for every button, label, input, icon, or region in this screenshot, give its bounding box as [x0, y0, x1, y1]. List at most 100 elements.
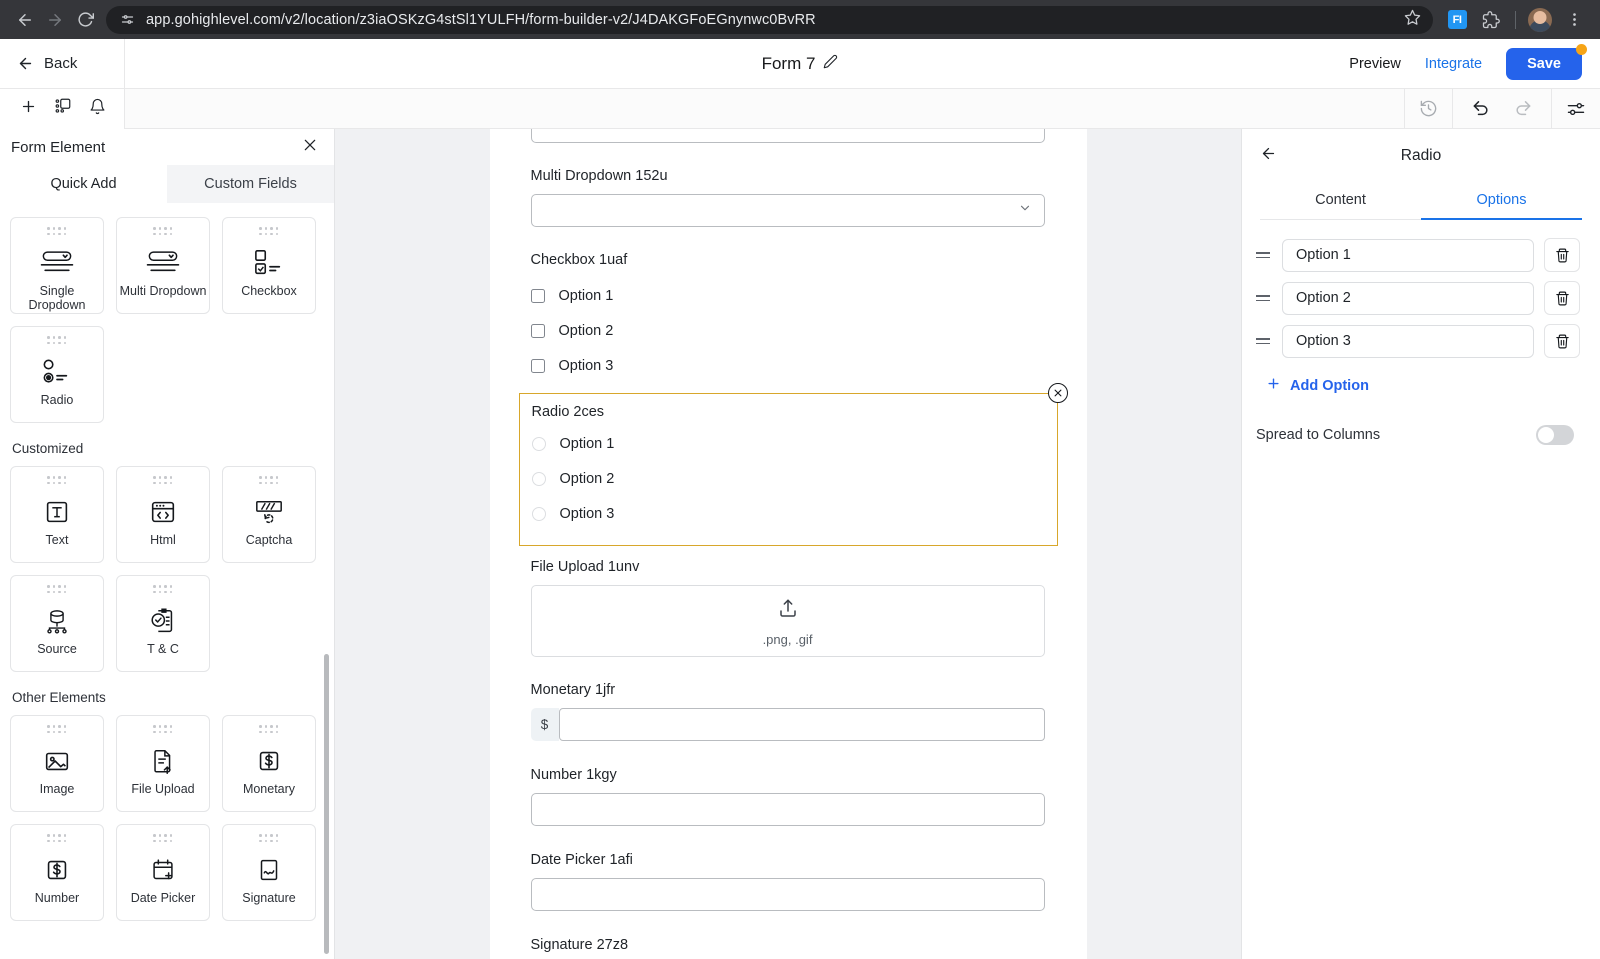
drag-handle-icon[interactable]: [1256, 251, 1272, 259]
tab-custom-fields[interactable]: Custom Fields: [167, 165, 334, 203]
save-button[interactable]: Save: [1506, 43, 1587, 80]
element-card-number[interactable]: Number: [10, 824, 104, 921]
drag-dots-icon: [153, 227, 173, 238]
date-picker-input[interactable]: [530, 878, 1045, 911]
browser-reload-icon[interactable]: [70, 5, 100, 35]
field-label: Date Picker 1afi: [530, 852, 633, 868]
delete-option-button[interactable]: [1544, 281, 1580, 315]
form-canvas[interactable]: Multi Dropdown 152u Checkbox 1uaf Option…: [335, 129, 1241, 959]
element-card-multi-dropdown[interactable]: Multi Dropdown: [116, 217, 210, 314]
multi-dropdown-input[interactable]: [530, 194, 1045, 227]
preview-button[interactable]: Preview: [1349, 56, 1401, 72]
browser-forward-icon[interactable]: [40, 5, 70, 35]
drag-dots-icon: [47, 725, 67, 736]
option-label: Option 3: [558, 357, 614, 374]
back-button[interactable]: Back: [0, 38, 125, 89]
option-editor-row: Option 1: [1256, 238, 1580, 272]
checkbox-icon[interactable]: [530, 323, 545, 338]
element-label: Radio: [40, 393, 74, 407]
element-list-scrollbar[interactable]: [324, 654, 329, 954]
element-card-file-upload[interactable]: File Upload: [116, 715, 210, 812]
drag-dots-icon: [259, 476, 279, 487]
element-card-monetary[interactable]: Monetary: [222, 715, 316, 812]
redo-icon[interactable]: [1513, 96, 1533, 121]
option-input[interactable]: Option 3: [1282, 324, 1534, 358]
extension-fi-icon[interactable]: FI: [1441, 4, 1473, 36]
checkbox-icon[interactable]: [530, 288, 545, 303]
radio-option-row[interactable]: Option 2: [531, 461, 1045, 496]
element-card-text[interactable]: Text: [10, 466, 104, 563]
drag-dots-icon: [259, 725, 279, 736]
delete-option-button[interactable]: [1544, 324, 1580, 358]
radio-option-row[interactable]: Option 3: [531, 496, 1045, 531]
delete-option-button[interactable]: [1544, 238, 1580, 272]
captcha-icon: [252, 492, 286, 532]
builder-toolbar-left: [0, 88, 125, 129]
element-group-customized: Text Html Captcha Source T & C: [10, 466, 324, 672]
radio-icon[interactable]: [531, 506, 546, 521]
field-signature: Signature 27z8: [531, 937, 1046, 953]
drag-handle-icon[interactable]: [1256, 294, 1272, 302]
option-input[interactable]: Option 2: [1282, 281, 1534, 315]
option-label: Option 3: [559, 505, 615, 522]
element-card-date-picker[interactable]: Date Picker: [116, 824, 210, 921]
add-element-icon[interactable]: [20, 98, 37, 120]
element-card-signature[interactable]: Signature: [222, 824, 316, 921]
element-card-image[interactable]: Image: [10, 715, 104, 812]
address-bar[interactable]: app.gohighlevel.com/v2/location/z3iaOSKz…: [106, 5, 1433, 34]
checkbox-option-row[interactable]: Option 3: [530, 348, 1046, 383]
builder-toolbar: [0, 88, 1600, 129]
number-input[interactable]: [530, 793, 1045, 826]
chrome-menu-icon[interactable]: [1558, 4, 1590, 36]
radio-icon[interactable]: [531, 436, 546, 451]
extensions-puzzle-icon[interactable]: [1475, 4, 1507, 36]
checkbox-option-row[interactable]: Option 2: [530, 313, 1046, 348]
edit-title-pencil-icon[interactable]: [823, 54, 838, 74]
radio-option-row[interactable]: Option 1: [531, 426, 1045, 461]
tab-quick-add[interactable]: Quick Add: [0, 165, 167, 203]
site-settings-icon[interactable]: [118, 11, 136, 29]
close-icon[interactable]: [302, 137, 318, 158]
checkbox-option-row[interactable]: Option 1: [530, 278, 1046, 313]
bookmark-star-icon[interactable]: [1394, 9, 1421, 31]
option-input[interactable]: Option 1: [1282, 238, 1534, 272]
element-label: T & C: [147, 642, 179, 656]
file-upload-dropzone[interactable]: .png, .gif: [530, 585, 1045, 657]
tab-options[interactable]: Options: [1421, 183, 1582, 220]
drag-handle-icon[interactable]: [1256, 337, 1272, 345]
undo-icon[interactable]: [1471, 96, 1491, 121]
dropdown-top-input[interactable]: [530, 129, 1045, 143]
monetary-input[interactable]: [558, 708, 1045, 741]
tab-content[interactable]: Content: [1260, 183, 1421, 220]
element-card-radio[interactable]: Radio: [10, 326, 104, 423]
layout-group-icon[interactable]: [54, 97, 72, 120]
add-option-button[interactable]: Add Option: [1266, 376, 1580, 395]
integrate-button[interactable]: Integrate: [1425, 56, 1482, 72]
profile-avatar[interactable]: [1524, 4, 1556, 36]
extension-badge-label: FI: [1447, 10, 1467, 29]
element-card-single-dropdown[interactable]: Single Dropdown: [10, 217, 104, 314]
element-card-terms[interactable]: T & C: [116, 575, 210, 672]
spread-to-columns-toggle[interactable]: [1536, 425, 1574, 445]
options-editor: Option 1 Option 2 Option 3 Add Option Sp…: [1242, 220, 1600, 445]
element-card-source[interactable]: Source: [10, 575, 104, 672]
element-label: Image: [39, 782, 75, 796]
element-label: Multi Dropdown: [119, 284, 207, 298]
radio-icon[interactable]: [531, 471, 546, 486]
element-card-captcha[interactable]: Captcha: [222, 466, 316, 563]
upload-arrow-icon: [776, 596, 800, 625]
remove-field-icon[interactable]: [1047, 383, 1068, 403]
element-card-html[interactable]: Html: [116, 466, 210, 563]
field-label: File Upload 1unv: [530, 559, 640, 575]
element-list-scroll[interactable]: Single Dropdown Multi Dropdown Checkbox: [0, 203, 334, 959]
option-label: Option 1: [558, 287, 614, 304]
form-settings-icon[interactable]: [1551, 88, 1600, 129]
terms-icon: [147, 601, 179, 641]
checkbox-icon[interactable]: [530, 358, 545, 373]
version-history-icon[interactable]: [1404, 88, 1452, 129]
settings-back-icon[interactable]: [1260, 145, 1277, 167]
browser-back-icon[interactable]: [10, 5, 40, 35]
field-radio-selected[interactable]: Radio 2ces Option 1 Option 2 Option 3: [518, 383, 1068, 546]
element-card-checkbox[interactable]: Checkbox: [222, 217, 316, 314]
notifications-bell-icon[interactable]: [89, 98, 106, 120]
